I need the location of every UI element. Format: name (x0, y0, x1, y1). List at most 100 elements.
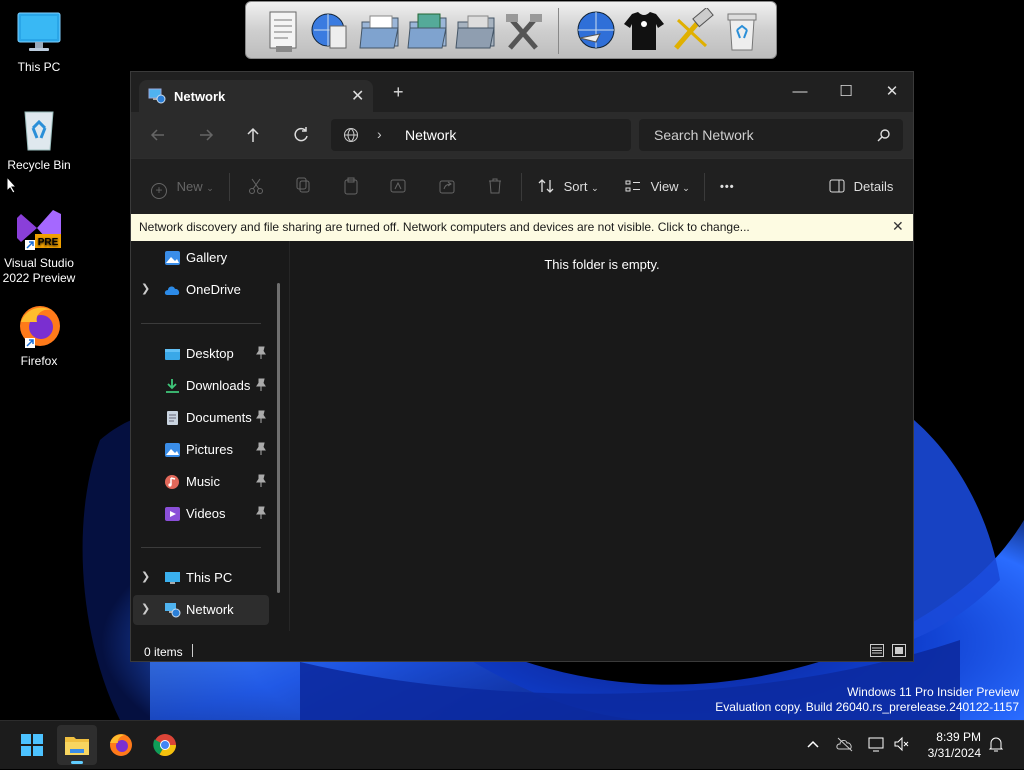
clipboard-icon (344, 177, 358, 195)
tools-icon[interactable] (502, 8, 546, 54)
tiles-view-button[interactable] (892, 644, 906, 657)
back-button[interactable] (147, 124, 169, 146)
folder-green-icon[interactable] (406, 8, 450, 54)
toolbar-separator (704, 173, 705, 201)
share-icon (439, 180, 455, 194)
breadcrumb-network[interactable]: Network (405, 127, 456, 143)
globe-document-icon[interactable] (308, 8, 352, 54)
view-icon (625, 180, 640, 192)
navigation-pane: Gallery ❯ OneDrive Desktop Downloads Doc… (131, 241, 289, 631)
chevron-right-icon[interactable]: ❯ (141, 602, 150, 615)
refresh-button[interactable] (290, 124, 312, 146)
chevron-right-icon[interactable]: ❯ (141, 570, 150, 583)
infobar-message[interactable]: Network discovery and file sharing are t… (139, 220, 750, 234)
new-button[interactable]: + New ⌄ (151, 177, 214, 199)
sidebar-item-network[interactable]: ❯ Network (133, 595, 269, 625)
delete-button[interactable] (487, 177, 503, 197)
document-icon[interactable] (262, 8, 306, 54)
chevron-right-icon[interactable]: ❯ (141, 282, 150, 295)
sidebar-item-label: This PC (186, 570, 233, 585)
desktop-icon-label: This PC (17, 60, 61, 74)
pictures-icon (164, 442, 181, 458)
more-options-button[interactable]: ••• (720, 177, 735, 197)
tab-network[interactable]: Network ✕ (139, 80, 373, 112)
globe-arrow-icon[interactable] (574, 8, 618, 54)
dock-separator (558, 8, 559, 54)
sidebar-item-desktop[interactable]: Desktop (133, 339, 269, 369)
sidebar-item-this-pc[interactable]: ❯ This PC (133, 563, 269, 593)
hammer-icon[interactable] (670, 6, 714, 54)
taskbar-firefox[interactable] (101, 725, 141, 765)
status-divider (192, 644, 193, 657)
minimize-button[interactable]: — (777, 78, 823, 106)
details-pane-button[interactable]: Details (829, 177, 893, 197)
watermark-line-2: Evaluation copy. Build 26040.rs_prerelea… (715, 700, 1019, 714)
cut-button[interactable] (248, 177, 264, 197)
chevron-down-icon: ⌄ (206, 183, 214, 193)
sidebar-item-onedrive[interactable]: ❯ OneDrive (133, 275, 269, 305)
onedrive-tray-button[interactable] (836, 735, 854, 753)
sort-label: Sort (563, 179, 588, 194)
pin-icon (255, 378, 267, 392)
share-button[interactable] (439, 177, 455, 197)
desktop-icon-this-pc[interactable]: This PC (0, 8, 78, 75)
forward-button[interactable] (195, 124, 217, 146)
firefox-icon (15, 302, 63, 350)
paste-button[interactable] (343, 177, 359, 197)
clock-time: 8:39 PM (936, 730, 981, 744)
active-indicator (71, 761, 83, 764)
title-bar[interactable]: Network ✕ + — ☐ ✕ (131, 72, 913, 112)
sidebar-item-pictures[interactable]: Pictures (133, 435, 269, 465)
sort-button[interactable]: Sort ⌄ (538, 177, 599, 197)
address-bar[interactable]: › Network (331, 119, 631, 151)
sidebar-item-label: Network (186, 602, 234, 617)
taskbar-clock[interactable]: 8:39 PM 3/31/2024 (915, 729, 981, 761)
folder-gray-icon[interactable] (454, 8, 498, 54)
show-hidden-icons-button[interactable] (804, 735, 822, 753)
new-tab-button[interactable]: + (393, 83, 404, 101)
tab-close-button[interactable]: ✕ (351, 86, 364, 106)
view-button[interactable]: View ⌄ (625, 177, 690, 197)
network-tray-button[interactable] (868, 735, 886, 753)
new-label: New (176, 179, 203, 194)
search-input[interactable]: Search Network (639, 119, 903, 151)
infobar-close-button[interactable]: ✕ (892, 218, 904, 235)
sidebar-item-music[interactable]: Music (133, 467, 269, 497)
pin-icon (255, 410, 267, 424)
sidebar-item-gallery[interactable]: Gallery (133, 243, 269, 273)
volume-tray-button[interactable] (893, 735, 911, 753)
sidebar-item-videos[interactable]: Videos (133, 499, 269, 529)
trash-icon[interactable] (720, 8, 764, 54)
desktop-icon-recycle-bin[interactable]: Recycle Bin (0, 106, 78, 173)
sidebar-item-documents[interactable]: Documents (133, 403, 269, 433)
maximize-button[interactable]: ☐ (823, 78, 869, 106)
windows-watermark: Windows 11 Pro Insider Preview Evaluatio… (715, 685, 1019, 715)
sidebar-item-downloads[interactable]: Downloads (133, 371, 269, 401)
start-button[interactable] (12, 725, 52, 765)
item-count: 0 items (144, 645, 183, 659)
network-discovery-infobar[interactable]: Network discovery and file sharing are t… (131, 214, 913, 241)
rename-button[interactable] (390, 177, 406, 197)
music-icon (164, 474, 181, 490)
recycle-bin-icon (15, 106, 63, 154)
taskbar-file-explorer[interactable] (57, 725, 97, 765)
details-view-button[interactable] (870, 644, 884, 657)
folder-icon[interactable] (358, 8, 402, 54)
desktop-icon-firefox[interactable]: Firefox (0, 302, 78, 369)
cloud-offline-icon (836, 737, 853, 752)
sidebar-scrollbar[interactable] (277, 283, 280, 593)
up-button[interactable] (242, 124, 264, 146)
network-status-icon (868, 737, 884, 752)
file-list-area[interactable]: This folder is empty. (289, 241, 914, 631)
copy-button[interactable] (295, 177, 311, 197)
pin-icon (255, 442, 267, 456)
document-icon (164, 410, 181, 426)
taskbar-chrome[interactable] (145, 725, 185, 765)
breadcrumb-separator[interactable]: › (377, 126, 382, 142)
notifications-button[interactable] (987, 735, 1005, 753)
scissors-icon (249, 178, 263, 194)
close-button[interactable]: ✕ (869, 78, 915, 106)
tshirt-icon[interactable] (622, 8, 666, 54)
desktop-icon-visual-studio[interactable]: PRE Visual Studio 2022 Preview (0, 204, 78, 286)
desktop-folder-icon (164, 346, 181, 362)
